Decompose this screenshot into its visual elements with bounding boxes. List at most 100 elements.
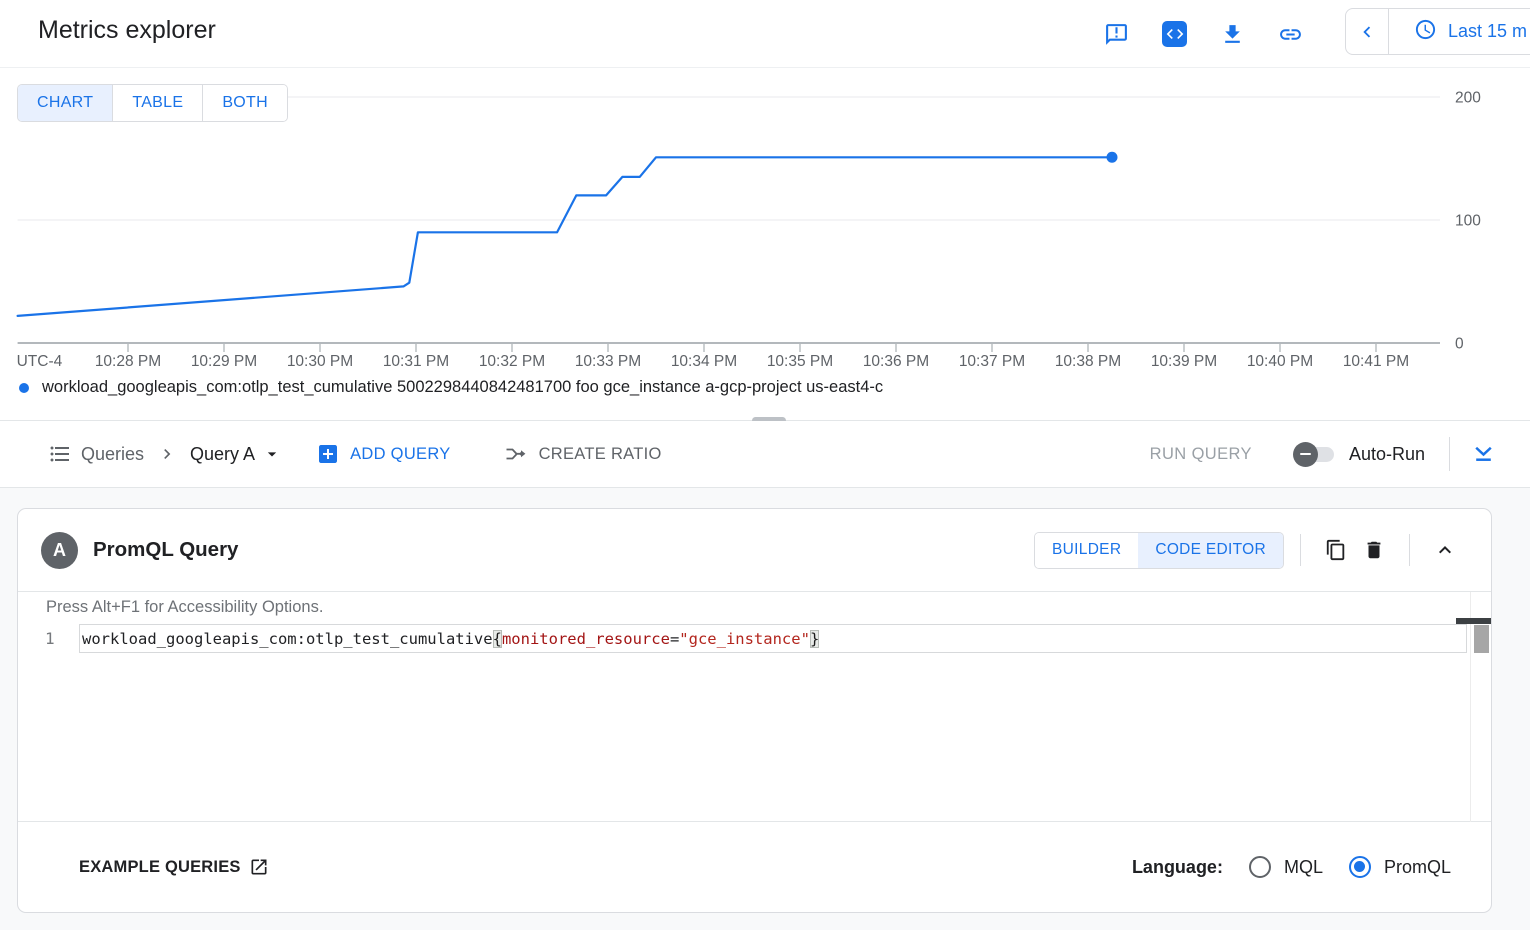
collapse-card-icon[interactable] (1426, 531, 1464, 569)
code-editor: Press Alt+F1 for Accessibility Options. … (18, 592, 1491, 822)
example-queries-label: EXAMPLE QUERIES (79, 858, 241, 877)
download-icon[interactable] (1220, 22, 1245, 47)
promql-query-card: A PromQL Query BUILDERCODE EDITOR (17, 508, 1492, 913)
add-box-icon (316, 442, 340, 466)
radio-selected-icon (1349, 856, 1371, 878)
queries-toolbar-right: RUN QUERY Auto-Run (1150, 437, 1530, 471)
code-token-bracket: { (493, 630, 502, 648)
query-selector[interactable]: Query A (190, 444, 282, 465)
series-end-point[interactable] (1107, 152, 1118, 163)
caret-down-icon (262, 444, 282, 464)
x-tick-label: 10:30 PM (287, 353, 353, 370)
x-tick-label: 10:37 PM (959, 353, 1025, 370)
x-tick-label: 10:34 PM (671, 353, 737, 370)
series-line (18, 157, 1112, 316)
chevron-left-icon[interactable] (1346, 9, 1388, 54)
card-footer: EXAMPLE QUERIES Language: MQL PromQL (18, 822, 1491, 912)
code-chip (1162, 21, 1187, 47)
x-tick-label: 10:35 PM (767, 353, 833, 370)
mode-tab-code-editor[interactable]: CODE EDITOR (1138, 533, 1283, 568)
divider (1449, 437, 1450, 471)
divider (1388, 9, 1389, 54)
copy-icon[interactable] (1317, 531, 1355, 569)
tab-table[interactable]: TABLE (113, 85, 203, 121)
clock-icon (1414, 18, 1437, 46)
tab-chart[interactable]: CHART (18, 85, 113, 121)
language-radio-promql[interactable]: PromQL (1349, 856, 1451, 878)
add-query-button[interactable]: ADD QUERY (316, 442, 451, 466)
example-queries-link[interactable]: EXAMPLE QUERIES (79, 857, 269, 877)
tab-both[interactable]: BOTH (203, 85, 287, 121)
queries-toolbar-left: Queries Query A ADD QUERY CREATE RATIO (0, 442, 662, 466)
app-header: Metrics explorer (0, 0, 1530, 68)
auto-run-toggle[interactable] (1296, 447, 1334, 462)
query-badge: A (41, 532, 78, 569)
code-token-label: monitored_resource (502, 630, 670, 648)
radio-unselected-icon (1249, 856, 1271, 878)
auto-run-label: Auto-Run (1349, 444, 1425, 465)
language-label: Language: (1132, 857, 1223, 878)
accessibility-hint: Press Alt+F1 for Accessibility Options. (46, 598, 323, 617)
y-tick-label: 200 (1455, 90, 1481, 107)
panel-area: A PromQL Query BUILDERCODE EDITOR (0, 488, 1530, 930)
chart-legend-item[interactable]: workload_googleapis_com:otlp_test_cumula… (19, 378, 883, 397)
x-tick-label: 10:28 PM (95, 353, 161, 370)
create-ratio-label: CREATE RATIO (539, 445, 662, 464)
line-number: 1 (45, 629, 55, 648)
merge-arrows-icon (504, 442, 528, 466)
x-tick-label: 10:36 PM (863, 353, 929, 370)
delete-icon[interactable] (1355, 531, 1393, 569)
editor-scrollbar[interactable] (1470, 592, 1491, 822)
queries-list-icon[interactable] (48, 442, 72, 466)
open-in-new-icon (249, 857, 269, 877)
x-tick-label: 10:31 PM (383, 353, 449, 370)
x-tick-label: 10:41 PM (1343, 353, 1409, 370)
y-tick-label: 100 (1455, 213, 1481, 230)
run-query-button[interactable]: RUN QUERY (1150, 445, 1252, 464)
radio-label: MQL (1284, 857, 1323, 878)
divider (1409, 534, 1410, 566)
legend-color-dot (19, 383, 29, 393)
code-icon[interactable] (1162, 22, 1187, 47)
feedback-icon[interactable] (1104, 22, 1129, 47)
code-token-plain: workload_googleapis_com:otlp_test_cumula… (82, 630, 493, 648)
x-tick-label: 10:40 PM (1247, 353, 1313, 370)
card-header-actions: BUILDERCODE EDITOR (1034, 531, 1464, 569)
scrollbar-thumb[interactable] (1474, 625, 1489, 653)
y-tick-label: 0 (1455, 336, 1464, 353)
x-tick-label: 10:38 PM (1055, 353, 1121, 370)
link-icon[interactable] (1278, 22, 1303, 47)
code-line: workload_googleapis_com:otlp_test_cumula… (82, 630, 819, 648)
language-selector: Language: MQL PromQL (1132, 856, 1451, 878)
queries-toolbar: Queries Query A ADD QUERY CREATE RATIO R… (0, 421, 1530, 488)
view-tabs: CHARTTABLEBOTH (17, 84, 288, 122)
x-tick-label: 10:32 PM (479, 353, 545, 370)
time-range-selector: Last 15 m (1345, 8, 1530, 55)
create-ratio-button[interactable]: CREATE RATIO (504, 442, 662, 466)
header-actions (1104, 0, 1303, 68)
mode-tab-builder[interactable]: BUILDER (1035, 533, 1138, 568)
queries-breadcrumb-label[interactable]: Queries (81, 444, 144, 465)
metrics-explorer-app: Metrics explorer (0, 0, 1530, 930)
chart-section: 10:28 PM10:29 PM10:30 PM10:31 PM10:32 PM… (0, 68, 1530, 420)
page-title: Metrics explorer (38, 16, 216, 45)
x-tick-label: 10:39 PM (1151, 353, 1217, 370)
x-axis-prefix-label: UTC-4 (17, 353, 63, 370)
toggle-knob (1293, 442, 1318, 467)
time-range-label[interactable]: Last 15 m (1448, 21, 1527, 42)
divider (1300, 534, 1301, 566)
overview-ruler-mark (1456, 618, 1491, 624)
legend-label: workload_googleapis_com:otlp_test_cumula… (42, 378, 883, 397)
code-token-string: "gce_instance" (679, 630, 810, 648)
radio-label: PromQL (1384, 857, 1451, 878)
code-token-bracket: } (810, 630, 819, 648)
query-name: Query A (190, 444, 255, 465)
language-radio-mql[interactable]: MQL (1249, 856, 1323, 878)
mode-tabs: BUILDERCODE EDITOR (1034, 532, 1284, 569)
collapse-panel-icon[interactable] (1471, 442, 1496, 467)
code-token-plain: = (670, 630, 679, 648)
x-tick-label: 10:33 PM (575, 353, 641, 370)
card-header: A PromQL Query BUILDERCODE EDITOR (18, 509, 1491, 592)
code-line-input[interactable]: workload_googleapis_com:otlp_test_cumula… (79, 624, 1467, 653)
panel-title: PromQL Query (93, 538, 238, 562)
